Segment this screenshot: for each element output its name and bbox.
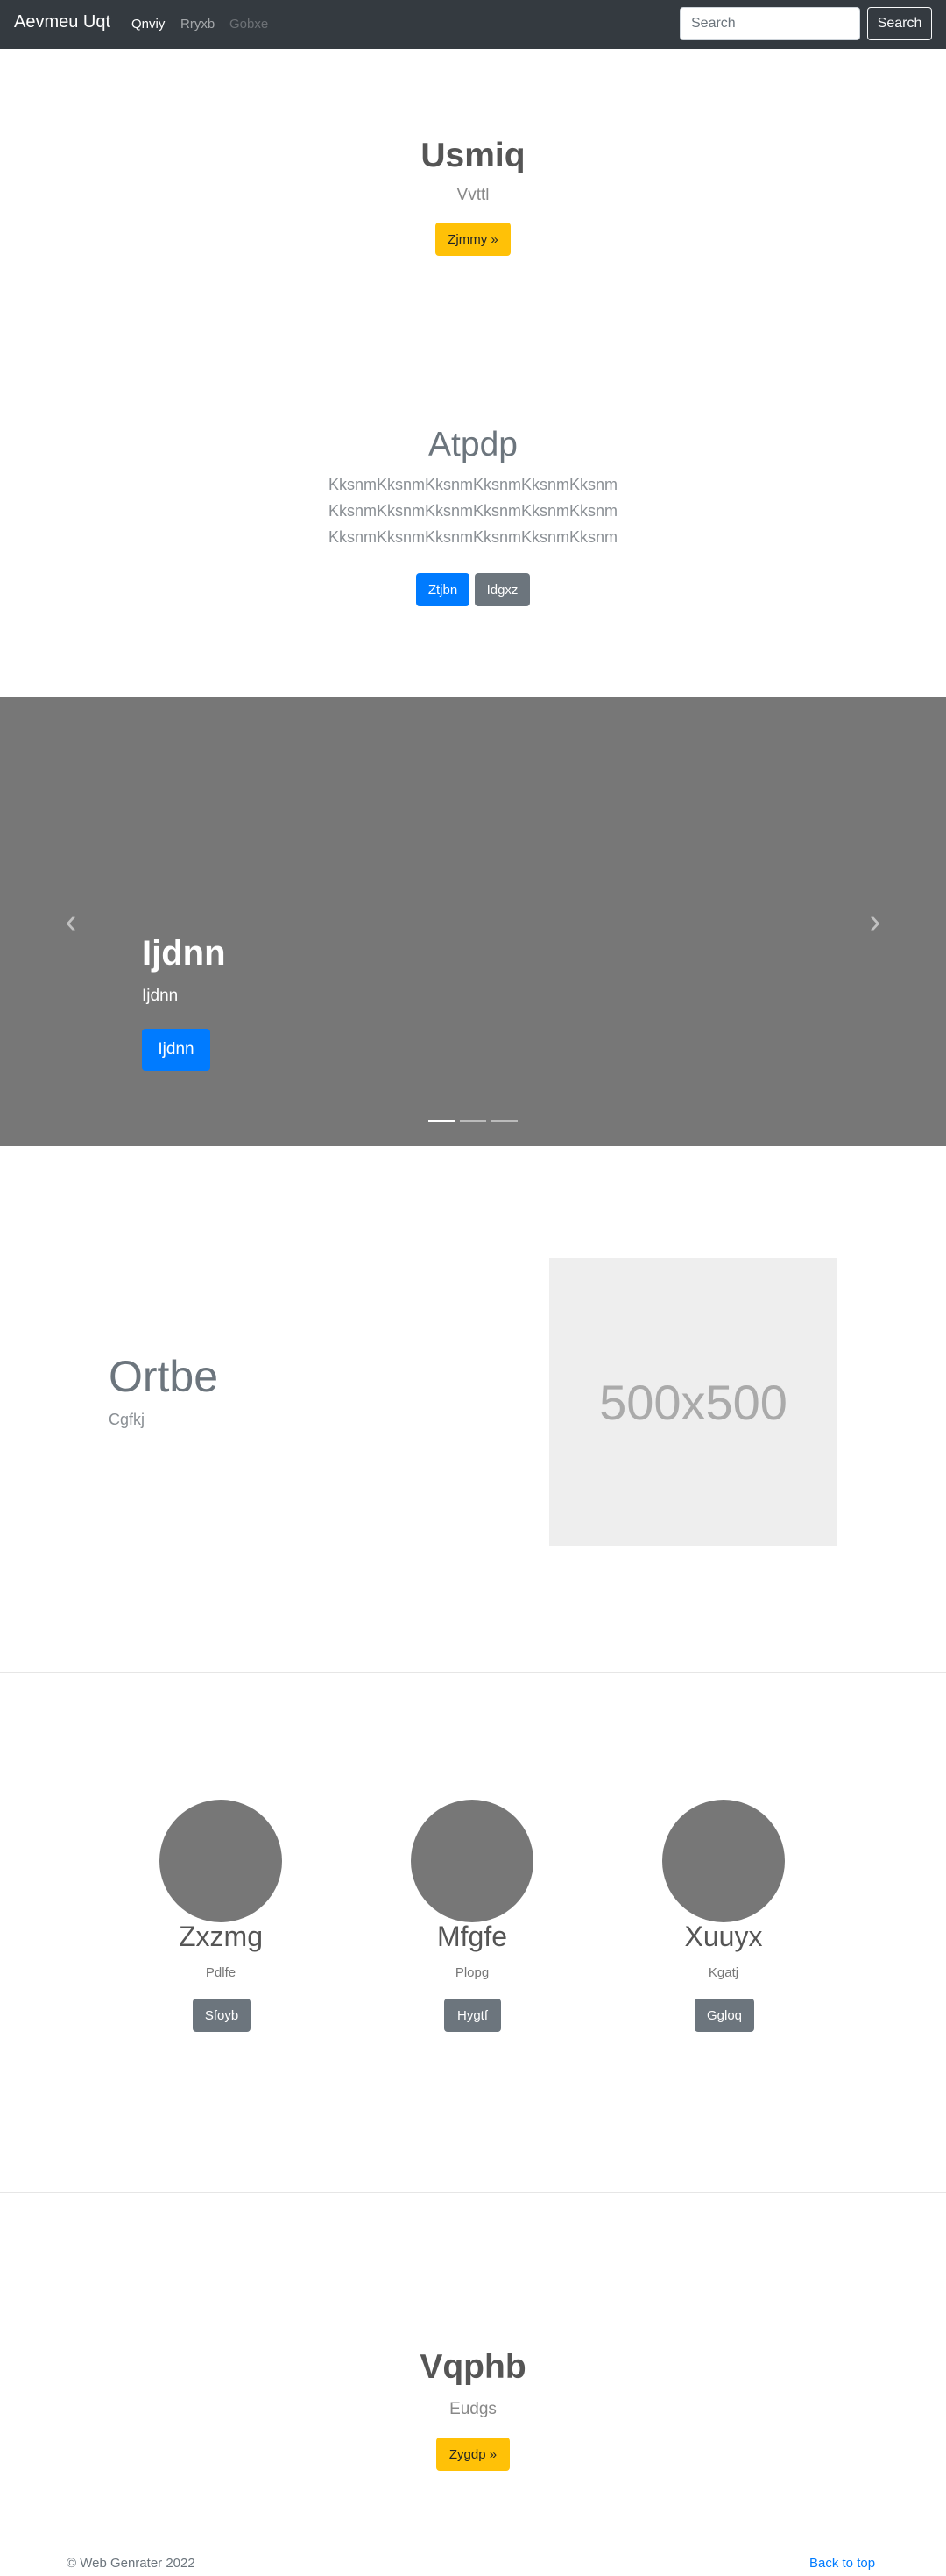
back-to-top-link[interactable]: Back to top: [809, 2556, 875, 2571]
cta-subtitle: Eudgs: [449, 2400, 497, 2418]
nav-link-1[interactable]: Qnviy: [131, 17, 165, 32]
chevron-right-icon[interactable]: ›: [862, 904, 888, 939]
carousel-button[interactable]: Ijdnn: [142, 1029, 210, 1071]
carousel-indicator-2[interactable]: [460, 1120, 486, 1122]
navbar: Aevmeu Uqt Qnviy Rryxb Gobxe Search: [0, 0, 946, 49]
cta-button[interactable]: Zygdp »: [436, 2438, 510, 2471]
column-button-1[interactable]: Sfoyb: [193, 1999, 251, 2032]
column-subtitle-1: Pdlfe: [205, 1965, 236, 1980]
brand[interactable]: Aevmeu Uqt: [14, 12, 110, 32]
jumbotron-title: Atpdp: [428, 426, 518, 464]
column-title-2: Mfgfe: [436, 1921, 508, 1952]
jumbotron-line-2: KksnmKksnmKksnmKksnmKksnmKksnm: [328, 502, 618, 520]
divider: [0, 2192, 946, 2193]
jumbotron-line-1: KksnmKksnmKksnmKksnmKksnmKksnm: [328, 476, 618, 493]
search-button[interactable]: Search: [867, 7, 932, 40]
nav-link-3: Gobxe: [229, 17, 269, 32]
jumbotron-secondary-button[interactable]: Idgxz: [475, 573, 530, 606]
chevron-left-icon[interactable]: ‹: [58, 904, 84, 939]
column-title-3: Xuuyx: [684, 1921, 763, 1952]
column-title-1: Zxzmg: [179, 1921, 263, 1952]
avatar-3: [662, 1800, 785, 1922]
placeholder-image: 500x500: [549, 1258, 837, 1546]
hero-button[interactable]: Zjmmy »: [435, 223, 511, 256]
carousel-indicator-1[interactable]: [428, 1120, 455, 1122]
avatar-2: [411, 1800, 533, 1922]
carousel-title: Ijdnn: [142, 934, 226, 973]
search-input[interactable]: [680, 7, 860, 40]
column-button-2[interactable]: Hygtf: [444, 1999, 501, 2032]
carousel: ‹ › Ijdnn Ijdnn Ijdnn: [0, 697, 946, 1146]
feature-title: Ortbe: [109, 1352, 219, 1401]
column-button-3[interactable]: Ggloq: [695, 1999, 754, 2032]
column-subtitle-3: Kgatj: [708, 1965, 739, 1980]
column-subtitle-2: Plopg: [455, 1965, 490, 1980]
cta-title: Vqphb: [420, 2348, 526, 2386]
avatar-1: [159, 1800, 282, 1922]
jumbotron-primary-button[interactable]: Ztjbn: [416, 573, 469, 606]
hero-title: Usmiq: [420, 137, 526, 174]
divider: [0, 1672, 946, 1673]
footer-copyright: © Web Genrater 2022: [67, 2556, 195, 2571]
carousel-indicator-3[interactable]: [491, 1120, 518, 1122]
hero-subtitle: Vvttl: [456, 186, 490, 204]
nav-link-2[interactable]: Rryxb: [180, 17, 215, 32]
carousel-subtitle: Ijdnn: [142, 987, 179, 1005]
feature-subtitle: Cgfkj: [109, 1411, 145, 1428]
jumbotron-line-3: KksnmKksnmKksnmKksnmKksnmKksnm: [328, 528, 618, 546]
